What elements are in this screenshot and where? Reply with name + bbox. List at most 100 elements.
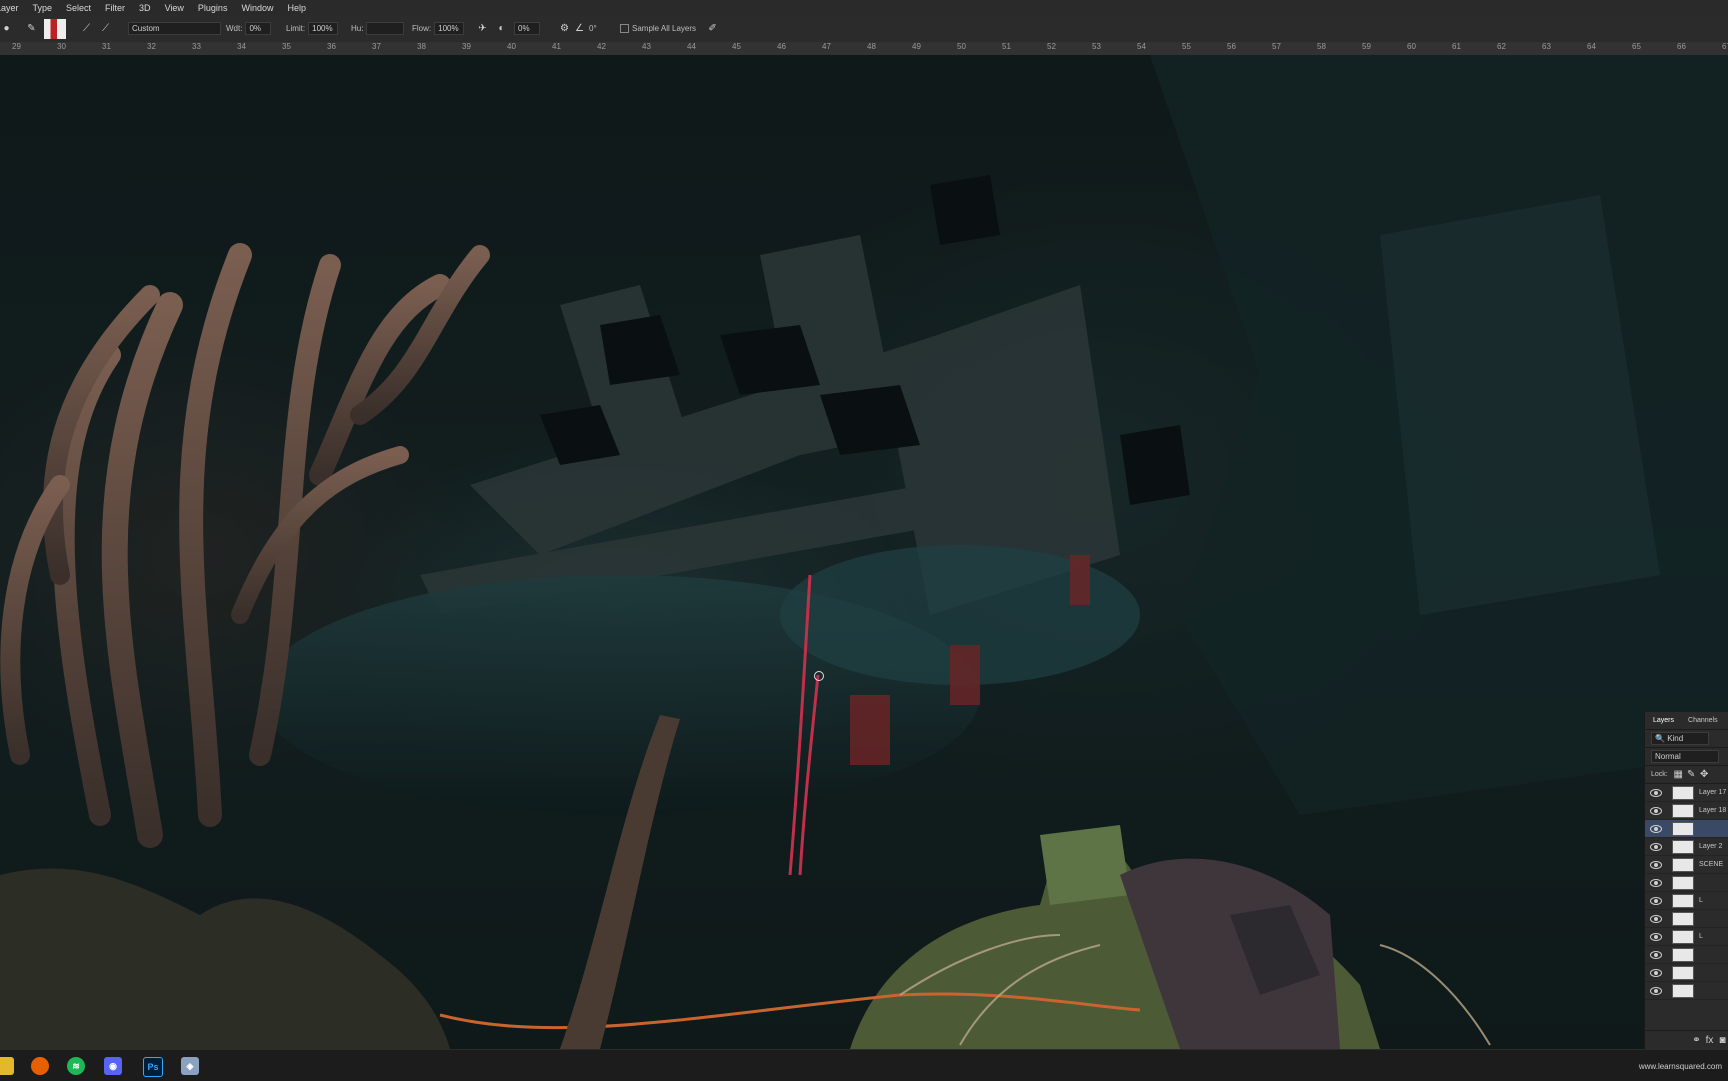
visibility-eye-icon[interactable]: [1650, 824, 1662, 833]
photoshop-icon[interactable]: Ps: [143, 1057, 163, 1077]
file-explorer-icon[interactable]: [0, 1057, 14, 1075]
tab-layers[interactable]: Layers: [1653, 717, 1674, 724]
visibility-eye-icon[interactable]: [1650, 860, 1662, 869]
visibility-eye-icon[interactable]: [1650, 842, 1662, 851]
menu-plugins[interactable]: Plugins: [198, 3, 228, 13]
mixer-brush-icon[interactable]: ✎: [25, 22, 38, 35]
menu-type[interactable]: Type: [33, 3, 53, 13]
ruler-tick: 65: [1632, 42, 1641, 51]
visibility-eye-icon[interactable]: [1650, 968, 1662, 977]
visibility-eye-icon[interactable]: [1650, 932, 1662, 941]
sample-all-layers-group[interactable]: Sample All Layers ✐: [620, 21, 719, 36]
sample-all-layers-checkbox[interactable]: [620, 24, 629, 33]
limit-group: Limit: 100%: [286, 21, 339, 36]
menu-select[interactable]: Select: [66, 3, 91, 13]
layer-row[interactable]: Layer 2: [1645, 838, 1728, 856]
ruler-tick: 50: [957, 42, 966, 51]
pressure-size-icon[interactable]: ✐: [706, 22, 719, 35]
layer-row[interactable]: [1645, 982, 1728, 1000]
flow-field[interactable]: 100%: [434, 22, 465, 35]
layer-name: Layer 18: [1699, 807, 1727, 814]
menu-help[interactable]: Help: [287, 3, 306, 13]
menu-window[interactable]: Window: [241, 3, 273, 13]
fx-icon[interactable]: fx: [1703, 1034, 1716, 1047]
layers-panel-footer: ⚭ fx ◙: [1645, 1030, 1728, 1049]
layer-thumbnail: [1672, 857, 1694, 872]
load-brush-icon[interactable]: ⟋: [99, 22, 112, 35]
ruler-tick: 42: [597, 42, 606, 51]
brush-preview-swatch[interactable]: [44, 18, 66, 39]
ruler-tick: 33: [192, 42, 201, 51]
lock-label: Lock:: [1651, 771, 1668, 778]
menu-3d[interactable]: 3D: [139, 3, 151, 13]
ruler-tick: 47: [822, 42, 831, 51]
brush-preset-field[interactable]: Custom: [128, 22, 221, 35]
layer-name: SCENE: [1699, 861, 1724, 868]
width-field[interactable]: 0%: [245, 22, 272, 35]
spotify-icon[interactable]: ≋: [67, 1057, 85, 1075]
layer-row[interactable]: [1645, 964, 1728, 982]
layers-panel: Layers Channels 🔍 Kind Normal Lock: ▦ ✎ …: [1644, 712, 1728, 1049]
menu-filter[interactable]: Filter: [105, 3, 125, 13]
ruler-tick: 53: [1092, 42, 1101, 51]
angle-icon[interactable]: ∠: [573, 22, 586, 35]
layer-row[interactable]: Layer 17: [1645, 784, 1728, 802]
brush-preset-select[interactable]: Custom: [128, 21, 221, 36]
layer-name: L: [1699, 933, 1703, 940]
taskbar: ≋ ◉ Ps ◈ www.learnsquared.com: [0, 1049, 1728, 1081]
layer-row[interactable]: [1645, 820, 1728, 838]
brush-tool-icon[interactable]: ●: [0, 22, 13, 35]
horizontal-ruler[interactable]: 29 30 31 32 33 34 35 36 37 38 39 40 41 42 43 44 45 46 47 48…: [0, 42, 1728, 56]
discord-icon[interactable]: ◉: [104, 1057, 122, 1075]
lock-paint-icon[interactable]: ✎: [1685, 768, 1698, 781]
menu-bar: Layer Type Select Filter 3D View Plugins…: [0, 0, 1728, 15]
ruler-tick: 41: [552, 42, 561, 51]
ruler-tick: 58: [1317, 42, 1326, 51]
gear-icon[interactable]: ⚙: [558, 22, 571, 35]
visibility-eye-icon[interactable]: [1650, 878, 1662, 887]
layer-name: L: [1699, 897, 1703, 904]
limit-field[interactable]: 100%: [308, 22, 339, 35]
visibility-eye-icon[interactable]: [1650, 914, 1662, 923]
app-icon[interactable]: ◈: [181, 1057, 199, 1075]
add-mask-icon[interactable]: ◙: [1716, 1034, 1728, 1047]
document-canvas[interactable]: Layers Channels 🔍 Kind Normal Lock: ▦ ✎ …: [0, 55, 1728, 1049]
pressure-opacity-icon[interactable]: ◐: [495, 22, 508, 35]
layer-row[interactable]: L: [1645, 892, 1728, 910]
layers-panel-tabs: Layers Channels: [1645, 712, 1728, 730]
lock-move-icon[interactable]: ✥: [1698, 768, 1711, 781]
visibility-eye-icon[interactable]: [1650, 896, 1662, 905]
layer-row[interactable]: L: [1645, 928, 1728, 946]
lock-pixels-icon[interactable]: ▦: [1672, 768, 1685, 781]
layer-filter-label: Kind: [1667, 734, 1684, 743]
tab-channels[interactable]: Channels: [1688, 717, 1718, 724]
link-layers-icon[interactable]: ⚭: [1690, 1034, 1703, 1047]
layer-row[interactable]: [1645, 946, 1728, 964]
layer-row[interactable]: SCENE: [1645, 856, 1728, 874]
layer-filter-row: 🔍 Kind: [1645, 730, 1728, 748]
layer-thumbnail: [1672, 875, 1694, 890]
angle-field[interactable]: 0°: [589, 24, 597, 33]
smoothing-field[interactable]: 0%: [514, 22, 540, 35]
clean-brush-icon[interactable]: ⟋: [80, 22, 93, 35]
visibility-eye-icon[interactable]: [1650, 806, 1662, 815]
blend-mode-select[interactable]: Normal: [1651, 750, 1719, 763]
layer-row[interactable]: [1645, 910, 1728, 928]
layer-thumbnail: [1672, 983, 1694, 998]
tool-options-bar: ● ✎ ⟋ ⟋ Custom Wdt: 0% Limit: 100% Hu: F…: [0, 15, 1728, 43]
visibility-eye-icon[interactable]: [1650, 950, 1662, 959]
menu-layer[interactable]: Layer: [0, 3, 19, 13]
visibility-eye-icon[interactable]: [1650, 788, 1662, 797]
ruler-tick: 34: [237, 42, 246, 51]
airbrush-icon[interactable]: ✈: [476, 22, 489, 35]
layer-filter-select[interactable]: 🔍 Kind: [1651, 732, 1709, 745]
lock-row: Lock: ▦ ✎ ✥: [1645, 766, 1728, 784]
visibility-eye-icon[interactable]: [1650, 986, 1662, 995]
layer-row[interactable]: [1645, 874, 1728, 892]
ruler-tick: 44: [687, 42, 696, 51]
hue-field[interactable]: [366, 22, 405, 35]
menu-view[interactable]: View: [165, 3, 184, 13]
layer-row[interactable]: Layer 18: [1645, 802, 1728, 820]
width-group: Wdt: 0%: [226, 21, 272, 36]
firefox-icon[interactable]: [31, 1057, 49, 1075]
